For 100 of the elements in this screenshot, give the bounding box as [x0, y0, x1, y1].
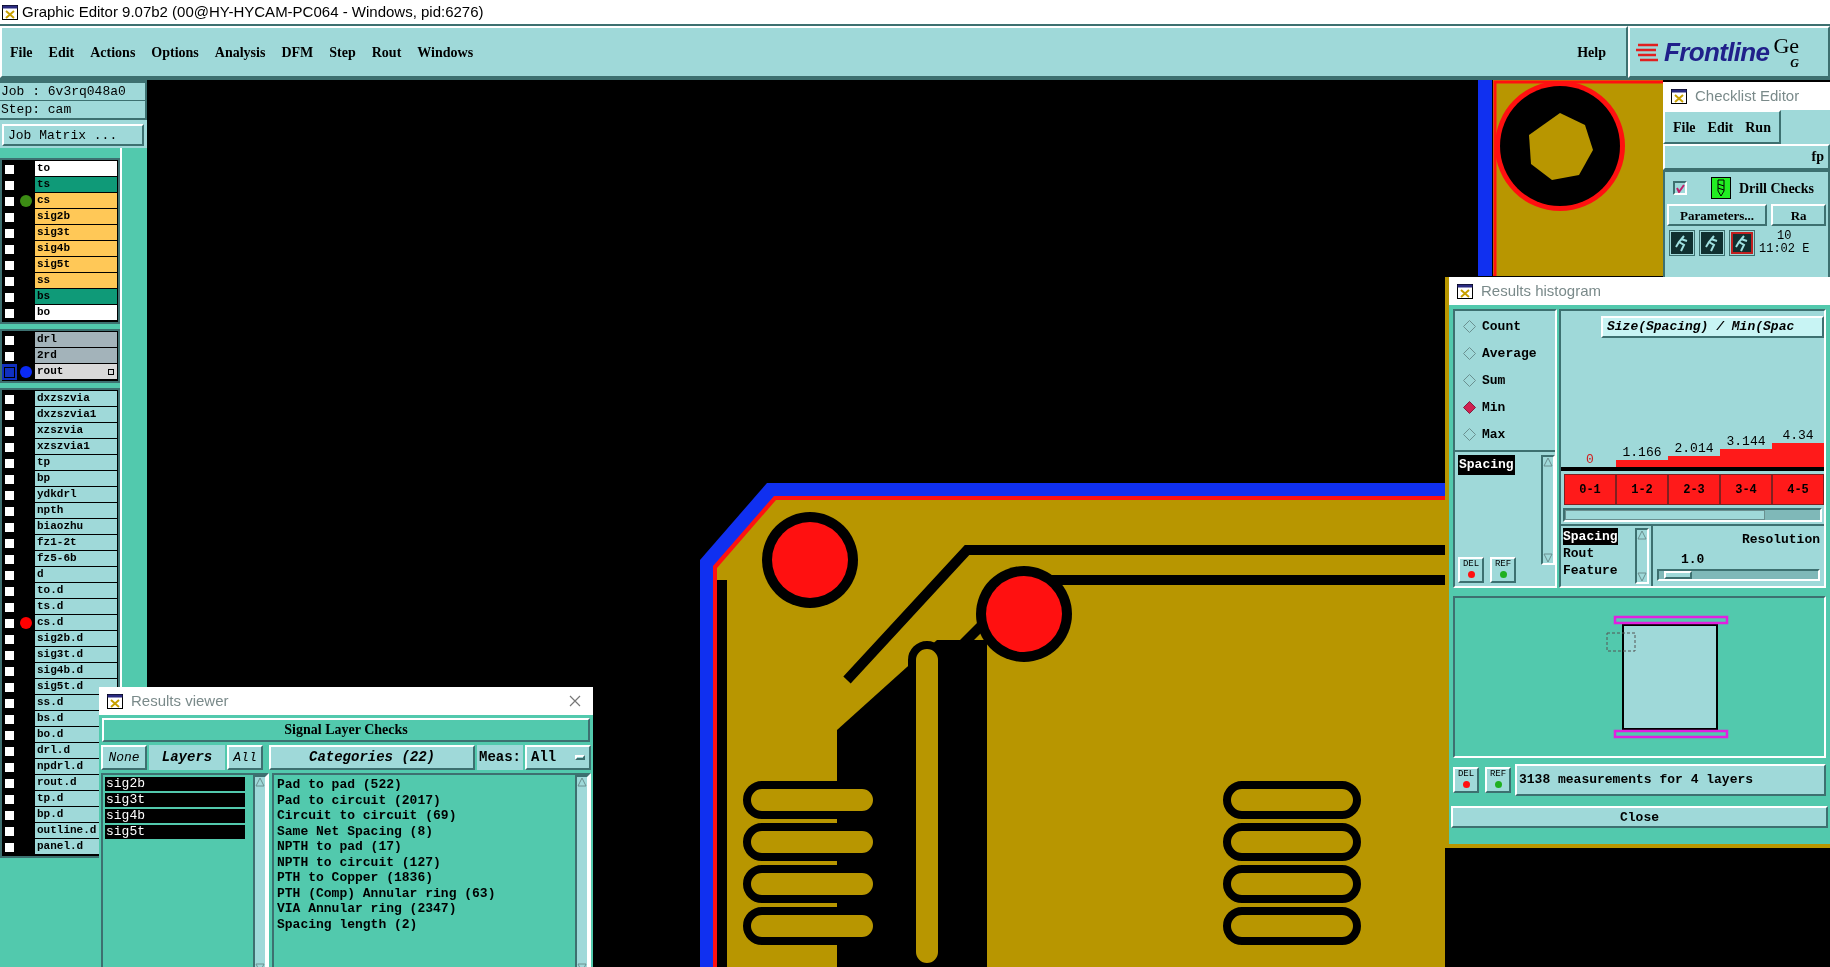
layer-checkbox[interactable]	[4, 163, 15, 175]
layer-name[interactable]: sig3t	[35, 225, 117, 240]
layer-checkbox[interactable]	[4, 291, 15, 303]
help-menu[interactable]: Help	[1577, 41, 1618, 63]
layer-checkbox[interactable]	[4, 179, 15, 191]
layer-list-item[interactable]: sig4b	[105, 809, 245, 823]
source-item[interactable]: Spacing	[1563, 528, 1618, 545]
layer-checkbox[interactable]	[4, 761, 15, 773]
layer-checkbox[interactable]	[4, 334, 15, 346]
layer-checkbox[interactable]	[4, 713, 15, 725]
menu-item[interactable]: Edit	[1707, 116, 1734, 138]
layer-checkbox[interactable]	[4, 825, 15, 837]
layer-name[interactable]: cs.d	[35, 615, 117, 630]
category-item[interactable]: NPTH to pad (17)	[277, 839, 575, 855]
radio-button[interactable]	[1463, 320, 1476, 333]
menu-item[interactable]: Edit	[48, 41, 75, 63]
histogram-bin[interactable]: 2-3	[1668, 474, 1720, 505]
refresh-button[interactable]: REF	[1485, 767, 1511, 793]
layer-name[interactable]: dxzszvia1	[35, 407, 117, 422]
menu-item[interactable]: Run	[1745, 116, 1771, 138]
layer-name[interactable]: fz5-6b	[35, 551, 117, 566]
layer-name[interactable]: ts	[35, 177, 117, 192]
layer-list-item[interactable]: sig2b	[105, 777, 245, 791]
run-icon[interactable]	[1729, 230, 1755, 256]
none-button[interactable]: None	[101, 745, 147, 770]
layer-checkbox[interactable]	[4, 211, 15, 223]
layer-checkbox[interactable]	[4, 473, 15, 485]
delete-button[interactable]: DEL	[1453, 767, 1479, 793]
layer-name[interactable]: bs	[35, 289, 117, 304]
layer-checkbox[interactable]	[4, 307, 15, 319]
layer-checkbox[interactable]	[4, 521, 15, 533]
layer-checkbox[interactable]	[4, 275, 15, 287]
category-item[interactable]: Pad to pad (522)	[277, 777, 575, 793]
layer-checkbox[interactable]	[4, 697, 15, 709]
layer-name[interactable]: xzszvia1	[35, 439, 117, 454]
layer-checkbox[interactable]	[4, 601, 15, 613]
category-item[interactable]: PTH (Comp) Annular ring (63)	[277, 885, 575, 901]
layer-checkbox[interactable]	[4, 243, 15, 255]
layer-name[interactable]: bp	[35, 471, 117, 486]
category-item[interactable]: VIA Annular ring (2347)	[277, 901, 575, 917]
layer-list-item[interactable]: sig3t	[105, 793, 245, 807]
layer-name[interactable]: fz1-2t	[35, 535, 117, 550]
layer-checkbox[interactable]	[4, 553, 15, 565]
layer-checkbox[interactable]	[4, 777, 15, 789]
layer-checkbox[interactable]	[4, 809, 15, 821]
layer-name[interactable]: to.d	[35, 583, 117, 598]
histogram-bin[interactable]: 0-1	[1564, 474, 1616, 505]
layer-name[interactable]: sig4b.d	[35, 663, 117, 678]
layer-name[interactable]: ts.d	[35, 599, 117, 614]
categories-button[interactable]: Categories (22)	[269, 745, 475, 770]
layer-checkbox[interactable]	[4, 441, 15, 453]
layer-checkbox[interactable]	[4, 649, 15, 661]
menu-item[interactable]: File	[10, 41, 33, 63]
layer-checkbox[interactable]	[4, 745, 15, 757]
layer-checkbox[interactable]	[4, 409, 15, 421]
layer-name[interactable]: cs	[35, 193, 117, 208]
layer-checkbox[interactable]	[4, 633, 15, 645]
category-item[interactable]: Same Net Spacing (8)	[277, 823, 575, 839]
layer-name[interactable]: ss	[35, 273, 117, 288]
layer-name[interactable]: sig2b.d	[35, 631, 117, 646]
slider-thumb[interactable]	[1664, 571, 1693, 579]
layer-name[interactable]: rout	[35, 364, 117, 379]
all-button[interactable]: All	[227, 745, 263, 770]
layer-name[interactable]: xzszvia	[35, 423, 117, 438]
job-matrix-button[interactable]: Job Matrix ...	[2, 124, 144, 146]
layer-list-item[interactable]: sig5t	[105, 825, 245, 839]
layer-checkbox[interactable]	[4, 227, 15, 239]
expand-icon[interactable]	[108, 368, 114, 375]
layer-checkbox[interactable]	[4, 457, 15, 469]
radio-button[interactable]	[1463, 428, 1476, 441]
menu-item[interactable]: Options	[151, 41, 199, 63]
histogram-bin[interactable]: 3-4	[1720, 474, 1772, 505]
layer-name[interactable]: to	[35, 161, 117, 176]
run-icon[interactable]	[1669, 230, 1695, 256]
layer-checkbox[interactable]	[4, 393, 15, 405]
menu-item[interactable]: File	[1673, 116, 1696, 138]
run-icon[interactable]	[1699, 230, 1725, 256]
menu-item[interactable]: Step	[329, 41, 356, 63]
layer-checkbox[interactable]	[4, 366, 15, 378]
layer-name[interactable]: dxzszvia	[35, 391, 117, 406]
source-item[interactable]: Rout	[1563, 545, 1595, 562]
category-item[interactable]: Spacing length (2)	[277, 916, 575, 932]
action-button[interactable]: Ra	[1771, 204, 1826, 226]
layer-checkbox[interactable]	[4, 665, 15, 677]
layer-checkbox[interactable]	[4, 793, 15, 805]
category-item[interactable]: Pad to circuit (2017)	[277, 792, 575, 808]
layer-checkbox[interactable]	[4, 617, 15, 629]
layer-name[interactable]: 2rd	[35, 348, 117, 363]
close-icon[interactable]	[569, 695, 581, 707]
parameters-button[interactable]: Parameters...	[1667, 204, 1768, 226]
layer-name[interactable]: bo	[35, 305, 117, 320]
horizontal-scrollbar[interactable]	[1563, 508, 1822, 522]
layer-checkbox[interactable]	[4, 350, 15, 362]
layer-checkbox[interactable]	[4, 195, 15, 207]
check-box[interactable]	[1673, 181, 1687, 195]
histogram-bin[interactable]: 1-2	[1616, 474, 1668, 505]
category-item[interactable]: NPTH to circuit (127)	[277, 854, 575, 870]
layer-name[interactable]: d	[35, 567, 117, 582]
layer-name[interactable]: ydkdrl	[35, 487, 117, 502]
layer-name[interactable]: biaozhu	[35, 519, 117, 534]
